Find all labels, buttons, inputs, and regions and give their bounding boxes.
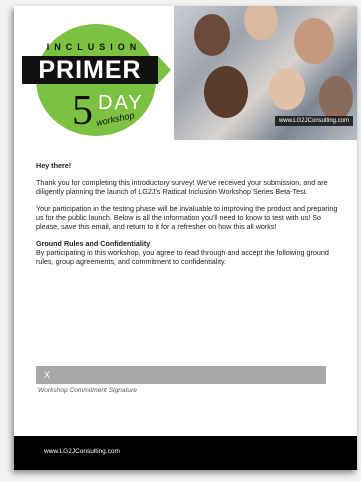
photo-url-tag: www.LG2JConsulting.com — [274, 116, 353, 126]
inclusion-primer-logo: INCLUSION PRIMER 5 DAY workshop — [14, 6, 174, 140]
portrait-shape — [269, 68, 305, 110]
participation-paragraph: Your participation in the testing phase … — [36, 204, 338, 231]
logo-arrow-icon — [158, 56, 171, 84]
portrait-shape — [244, 6, 278, 40]
header-photo-collage: www.LG2JConsulting.com — [174, 6, 357, 140]
rules-title: Ground Rules and Confidentiality — [36, 239, 151, 248]
portrait-shape — [319, 76, 353, 120]
portrait-shape — [204, 66, 248, 118]
portrait-shape — [294, 18, 334, 64]
footer-url-link[interactable]: www.LG2JConsulting.com — [44, 448, 120, 455]
logo-primer-text: PRIMER — [38, 56, 142, 84]
header: INCLUSION PRIMER 5 DAY workshop www.LG2J… — [14, 6, 357, 140]
email-page: INCLUSION PRIMER 5 DAY workshop www.LG2J… — [14, 6, 357, 470]
signature-field[interactable]: X — [36, 366, 326, 384]
greeting: Hey there! — [36, 161, 72, 170]
footer: www.LG2JConsulting.com — [14, 436, 357, 470]
intro-paragraph: Thank you for completing this introducto… — [36, 178, 328, 196]
signature-caption: Workshop Commitment Signature — [38, 387, 137, 394]
portrait-shape — [194, 14, 230, 56]
email-body: Hey there! Thank you for completing this… — [36, 161, 346, 266]
logo-inclusion-text: INCLUSION — [46, 42, 142, 52]
logo-five-text: 5 — [72, 88, 93, 134]
rules-text: By participating in this workshop, you a… — [36, 248, 329, 266]
